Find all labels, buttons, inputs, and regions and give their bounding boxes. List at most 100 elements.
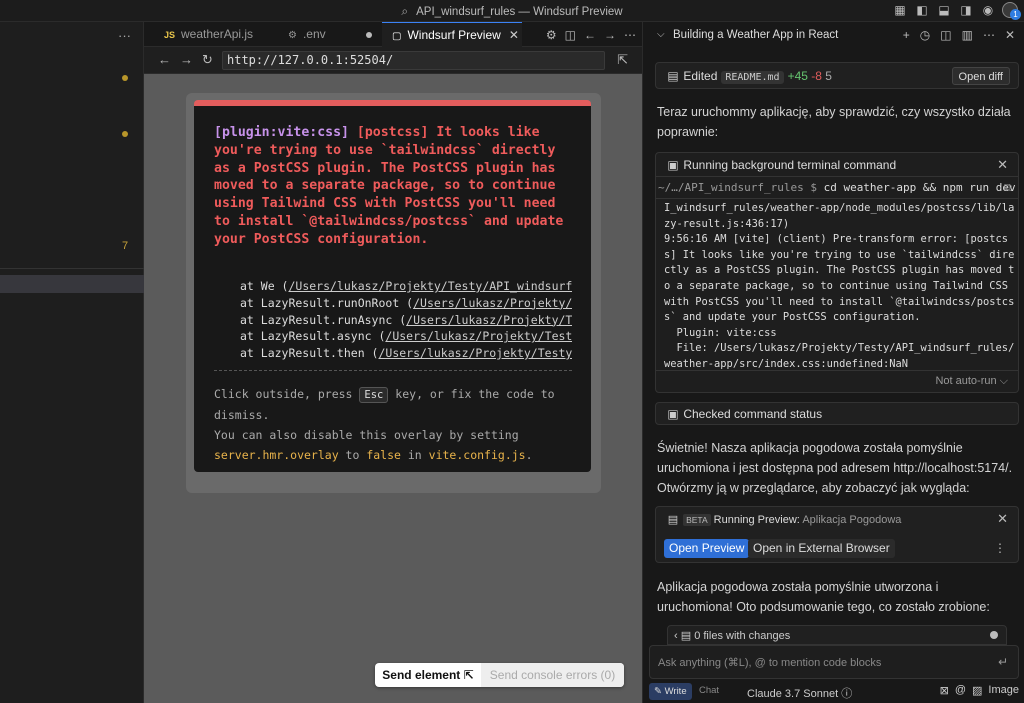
- image-icon[interactable]: ▨: [972, 684, 982, 697]
- chat-bottom-bar: ✎ Write Chat Claude 3.7 Sonnet ⓘ ⊠ @ ▨ I…: [643, 681, 1024, 703]
- divider: [0, 268, 144, 269]
- checked-status-card: ▣ Checked command status: [655, 402, 1019, 425]
- open-preview-button[interactable]: Open Preview: [664, 539, 750, 558]
- tip-value: false: [366, 448, 401, 462]
- stack-path-link[interactable]: /Users/lukasz/Projekty/Testy/API_windsur…: [288, 279, 572, 293]
- model-name: Claude 3.7 Sonnet: [747, 688, 839, 700]
- file-edit-icon: ▤: [667, 69, 679, 83]
- files-with-changes-bar[interactable]: ‹ ▤ 0 files with changes: [667, 625, 1007, 645]
- more-vertical-icon[interactable]: ⋮: [994, 541, 1006, 555]
- arrow-right-icon[interactable]: →: [604, 28, 616, 42]
- esc-key: Esc: [359, 387, 389, 403]
- windsurf-logo-icon[interactable]: ◉: [980, 2, 996, 18]
- tip-text: Click outside, press: [214, 387, 360, 401]
- assistant-message: Teraz uruchommy aplikację, aby sprawdzić…: [657, 105, 1011, 139]
- running-preview-name: Aplikacja Pogodowa: [802, 514, 902, 526]
- enter-icon[interactable]: ↵: [998, 655, 1008, 669]
- selected-row[interactable]: [0, 275, 144, 293]
- edit-icon[interactable]: ⊠: [940, 684, 949, 697]
- account-icon[interactable]: 1: [1002, 2, 1021, 20]
- tip-file: vite.config.js: [428, 448, 526, 462]
- stack-path-link[interactable]: /Users/lukasz/Projekty/Tes: [406, 313, 572, 327]
- error-stack: at We (/Users/lukasz/Projekty/Testy/API_…: [240, 278, 572, 362]
- stack-path-link[interactable]: /Users/lukasz/Projekty/Testy/A: [378, 346, 572, 360]
- terminal-prompt: ~/…/API_windsurf_rules $: [658, 181, 817, 194]
- title-bar: ⌕ API_windsurf_rules — Windsurf Preview ▦…: [0, 0, 1024, 22]
- more-actions-icon[interactable]: ⋯: [983, 28, 995, 42]
- copy-icon[interactable]: ⧉: [1004, 177, 1012, 198]
- close-icon[interactable]: ✕: [997, 511, 1008, 527]
- history-icon[interactable]: ◷: [920, 28, 930, 42]
- book-icon[interactable]: ▥: [962, 28, 973, 42]
- problem-count: 7: [122, 240, 129, 252]
- forward-icon[interactable]: →: [180, 52, 193, 67]
- chevron-down-icon[interactable]: ⌵: [657, 29, 665, 40]
- edited-label: Edited: [683, 69, 718, 83]
- edited-file-name[interactable]: README.md: [721, 71, 784, 84]
- cascade-chat-panel: ⌵ Building a Weather App in React + ◷ ◫ …: [642, 22, 1024, 703]
- chat-header: ⌵ Building a Weather App in React + ◷ ◫ …: [643, 22, 1024, 50]
- files-changes-label: 0 files with changes: [694, 630, 791, 642]
- tab-windsurf-preview[interactable]: ▢ Windsurf Preview ✕: [382, 22, 522, 47]
- tab-env[interactable]: ⚙ .env: [288, 22, 378, 47]
- open-external-browser-button[interactable]: Open in External Browser: [748, 539, 895, 558]
- divider: [214, 370, 572, 371]
- chat-mode-button[interactable]: Chat: [699, 685, 719, 696]
- model-selector[interactable]: Claude 3.7 Sonnet ⓘ: [747, 685, 852, 701]
- more-actions-icon[interactable]: ···: [118, 28, 131, 43]
- stack-fn: at We (: [240, 279, 289, 293]
- overlay-tip: Click outside, press Esc key, or fix the…: [214, 384, 574, 465]
- split-icon[interactable]: ◫: [940, 28, 951, 42]
- at-mention-icon[interactable]: @: [955, 684, 966, 697]
- plus-icon[interactable]: +: [903, 28, 910, 42]
- editor-tabs: JS weatherApi.js ⚙ .env ▢ Windsurf Preview ✕…: [144, 22, 642, 47]
- stack-path-link[interactable]: /Users/lukasz/Projekty/Te: [413, 296, 572, 310]
- more-actions-icon[interactable]: ⋯: [624, 28, 636, 42]
- close-icon[interactable]: ✕: [509, 28, 519, 42]
- close-icon[interactable]: ✕: [1005, 28, 1015, 42]
- write-label: Write: [664, 686, 687, 697]
- preview-icon: ▤: [667, 514, 679, 526]
- send-console-errors-button[interactable]: Send console errors (0): [481, 663, 624, 687]
- stack-frame: at LazyResult.async (/Users/lukasz/Proje…: [240, 328, 572, 345]
- unsaved-dot-icon: [366, 32, 372, 38]
- running-preview-card: ▤ BETA Running Preview: Aplikacja Pogodow…: [655, 506, 1019, 563]
- stack-frame: at We (/Users/lukasz/Projekty/Testy/API_…: [240, 278, 572, 295]
- terminal-output: I_windsurf_rules/weather-app/node_module…: [664, 202, 1015, 370]
- javascript-file-icon: JS: [164, 30, 176, 40]
- arrow-left-icon[interactable]: ←: [584, 28, 596, 42]
- toggle-panel-icon[interactable]: ⬓: [936, 2, 952, 18]
- stack-frame: at LazyResult.then (/Users/lukasz/Projek…: [240, 345, 572, 362]
- open-diff-button[interactable]: Open diff: [951, 67, 1010, 85]
- assistant-message: Aplikacja pogodowa została pomyślnie utw…: [657, 580, 990, 614]
- back-icon[interactable]: ←: [158, 52, 171, 67]
- toggle-secondary-icon[interactable]: ◨: [958, 2, 974, 18]
- preview-url-bar: ← → ↻ http://127.0.0.1:52504/ ⇱: [144, 47, 642, 74]
- error-plugin: [plugin:vite:css]: [214, 125, 349, 140]
- write-icon: ✎: [654, 686, 662, 697]
- layout-grid-icon[interactable]: ▦: [892, 2, 908, 18]
- tab-weatherapi[interactable]: JS weatherApi.js: [164, 22, 284, 47]
- search-icon[interactable]: ⌕: [401, 4, 408, 18]
- chat-input-placeholder: Ask anything (⌘L), @ to mention code blo…: [658, 657, 882, 669]
- not-auto-run-dropdown[interactable]: Not auto-run ⌵: [935, 375, 1008, 388]
- split-editor-icon[interactable]: ◫: [565, 28, 576, 42]
- chat-input[interactable]: Ask anything (⌘L), @ to mention code blo…: [649, 645, 1019, 679]
- reload-icon[interactable]: ↻: [202, 52, 213, 68]
- url-input[interactable]: http://127.0.0.1:52504/: [222, 51, 605, 70]
- toggle-sidebar-icon[interactable]: ◧: [914, 2, 930, 18]
- lines-added: +45: [787, 69, 808, 83]
- gear-icon[interactable]: ⚙: [546, 28, 557, 42]
- send-element-button[interactable]: Send element ⇱: [375, 663, 481, 687]
- close-icon[interactable]: ✕: [997, 157, 1008, 173]
- write-mode-button[interactable]: ✎ Write: [649, 683, 692, 700]
- open-external-icon[interactable]: ⇱: [617, 52, 628, 68]
- stack-path-link[interactable]: /Users/lukasz/Projekty/Testy/A: [385, 329, 572, 343]
- chat-title[interactable]: Building a Weather App in React: [673, 29, 838, 41]
- status-dot-icon: [990, 631, 998, 639]
- image-label[interactable]: Image: [988, 684, 1019, 697]
- terminal-command: cd weather-app && npm run dev: [816, 181, 1016, 194]
- tip-text: You can also disable this overlay by set…: [214, 428, 519, 442]
- tab-label: .env: [302, 27, 326, 41]
- stack-fn: at LazyResult.runOnRoot (: [240, 295, 414, 310]
